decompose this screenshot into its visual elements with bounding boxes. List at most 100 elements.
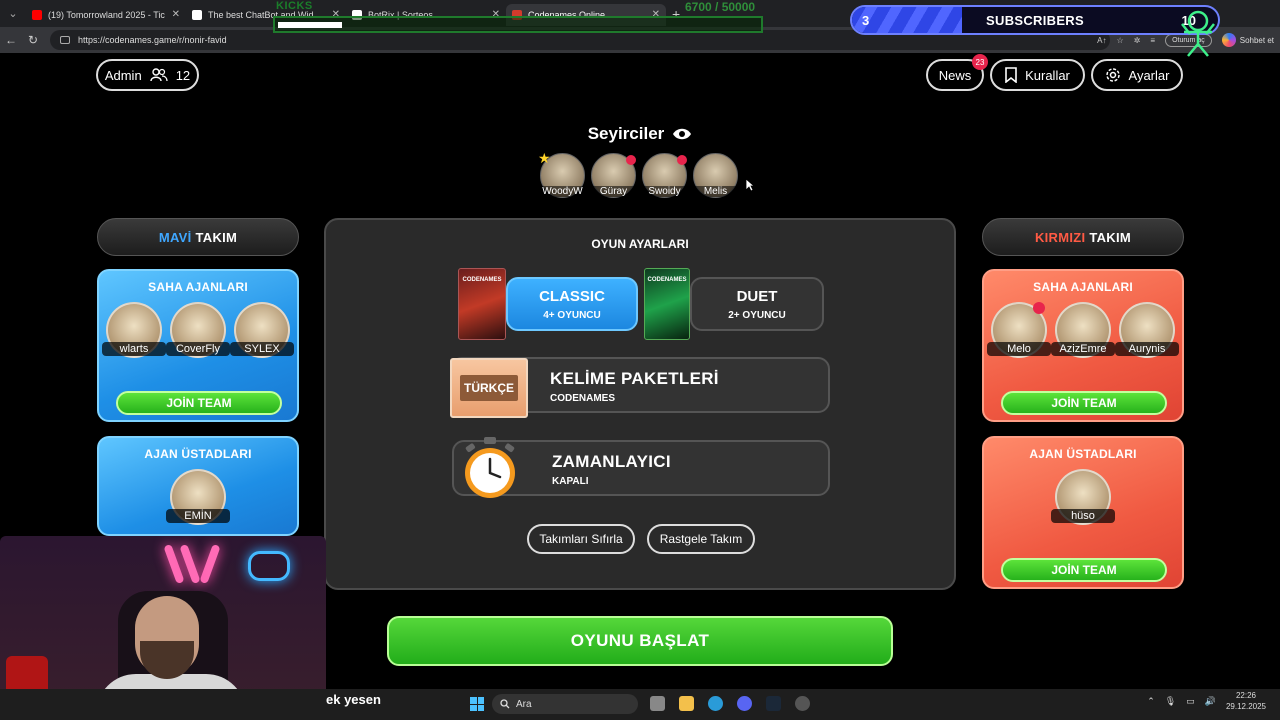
search-placeholder: Ara [516,698,532,710]
kicks-progress-fill [278,22,343,28]
file-explorer-icon[interactable] [679,696,694,711]
word-packs-sub: CODENAMES [550,393,616,404]
neon-gamepad-sign [248,551,290,581]
steam-icon[interactable] [766,696,781,711]
taskbar-clock[interactable]: 22:26 29.12.2025 [1226,690,1266,712]
blue-spymasters-title: AJAN ÜSTADLARI [144,447,252,461]
search-icon [500,699,510,709]
player[interactable]: Aurynis [1115,302,1179,358]
turkish-pack-image: TÜRKÇE [450,358,528,418]
back-icon[interactable]: ← [0,33,22,47]
kicks-progress-bar [273,16,763,33]
copilot-label: Sohbet et [1239,35,1274,45]
blue-spymasters-list: EMİN [99,469,297,525]
kicks-goal-label: KICKS [276,0,313,12]
muted-icon [626,155,636,165]
clock-time: 22:26 [1235,691,1256,700]
taskbar-search[interactable]: Ara [492,694,638,714]
rules-button[interactable]: Kurallar [990,59,1085,91]
refresh-icon[interactable]: ↻ [22,33,44,47]
close-tab-icon[interactable]: ✕ [172,9,180,20]
blue-join-operatives-button[interactable]: JOİN TEAM [116,391,282,415]
game-settings-panel: OYUN AYARLARI CLASSIC 4+ OYUNCU CODENAME… [324,218,956,590]
site-info-icon[interactable] [60,36,70,44]
spectator[interactable]: ★ WoodyW [536,150,589,198]
microphone-icon[interactable]: 🎙 [1165,696,1176,707]
player[interactable]: wlarts [102,302,166,358]
red-join-operatives-button[interactable]: JOİN TEAM [1001,391,1167,415]
classic-box-image: CODENAMES [458,268,506,340]
discord-icon[interactable] [737,696,752,711]
volume-icon[interactable]: 🔊 [1205,696,1216,707]
read-aloud-icon[interactable]: A↑ [1097,36,1106,45]
player-name: AzizEmre [1051,342,1115,356]
admin-label: Admin [104,67,142,83]
mouse-cursor-icon [745,178,755,192]
random-teams-button[interactable]: Rastgele Takım [647,524,755,554]
player-name: SYLEX [230,342,294,356]
spectator[interactable]: Melis [689,153,742,198]
blue-operatives-list: wlarts CoverFly SYLEX [99,302,297,358]
players-icon [149,68,168,82]
edge-icon[interactable] [708,696,723,711]
url-text: https://codenames.game/r/nonir-favid [78,35,227,45]
timer-title: ZAMANLAYICI [552,452,671,471]
news-button[interactable]: News 23 [926,54,988,91]
red-spymasters-title: AJAN ÜSTADLARI [1029,447,1137,461]
tab-title: (19) Tomorrowland 2025 - Tic [48,9,165,20]
mode-duet-sub: 2+ OYUNCU [728,309,786,321]
tray-chevron-icon[interactable]: ⌃ [1147,696,1155,707]
rules-label: Kurallar [1025,67,1070,83]
player[interactable]: EMİN [166,469,230,525]
duet-box-label: CODENAMES [647,277,687,283]
player[interactable]: AzizEmre [1051,302,1115,358]
favorite-star-icon[interactable]: ☆ [1117,36,1124,45]
blue-operatives-title: SAHA AJANLARI [148,280,248,294]
red-spymasters-list: hüso [984,469,1182,525]
extensions-icon[interactable]: ✲ [1134,36,1141,45]
spectator-name: Swoidy [638,186,691,197]
tab-list-chevron-icon[interactable]: ⌄ [0,0,26,27]
reset-teams-button[interactable]: Takımları Sıfırla [527,524,635,554]
mode-duet-label: DUET [736,287,778,305]
copilot-button[interactable]: Sohbet et [1221,33,1274,47]
task-view-icon[interactable] [650,696,665,711]
mascot-icon [1181,10,1215,57]
eye-icon [673,128,692,140]
mode-classic-button[interactable]: CLASSIC 4+ OYUNCU [506,277,638,331]
player[interactable]: SYLEX [230,302,294,358]
spectators-label: Seyirciler [587,124,665,143]
subscriber-goal-bar: 3 SUBSCRIBERS 10 [850,5,1220,35]
player-name: EMİN [166,509,230,523]
spectator-name: Melis [689,186,742,197]
favorites-icon[interactable]: ≡ [1150,36,1155,45]
copilot-icon [1221,33,1236,47]
player[interactable]: Melo [987,302,1051,358]
settings-app-icon[interactable] [795,696,810,711]
turkish-pack-label: TÜRKÇE [460,375,518,401]
spectator[interactable]: Swoidy [638,153,691,198]
muted-icon [1033,302,1045,314]
network-icon[interactable]: ▭ [1186,696,1195,707]
player[interactable]: hüso [1051,469,1115,525]
player-name: CoverFly [166,342,230,356]
spectator-list: ★ WoodyW Güray Swoidy Melis [536,150,742,198]
stopwatch-icon [465,437,515,498]
red-operatives-card: SAHA AJANLARI Melo AzizEmre Aurynis JOİN… [982,269,1184,422]
subscriber-label: SUBSCRIBERS [986,13,1084,28]
settings-button[interactable]: Ayarlar [1091,59,1183,91]
spectator[interactable]: Güray [587,153,640,198]
bookmark-icon [1005,67,1017,83]
player-name: hüso [1051,509,1115,523]
blue-team-header: MAVİ TAKIM [97,218,299,256]
red-join-spymasters-button[interactable]: JOİN TEAM [1001,558,1167,582]
player[interactable]: CoverFly [166,302,230,358]
tab-tomorrowland[interactable]: (19) Tomorrowland 2025 - Tic ✕ [26,4,186,26]
windows-start-icon[interactable] [470,697,484,711]
mode-duet-button[interactable]: DUET 2+ OYUNCU [690,277,824,331]
blue-operatives-card: SAHA AJANLARI wlarts CoverFly SYLEX JOİN… [97,269,299,422]
botrix-icon [192,9,202,20]
admin-button[interactable]: Admin 12 [96,59,199,91]
stream-ticker-text: ek yesen [326,692,381,707]
start-game-button[interactable]: OYUNU BAŞLAT [387,616,893,666]
